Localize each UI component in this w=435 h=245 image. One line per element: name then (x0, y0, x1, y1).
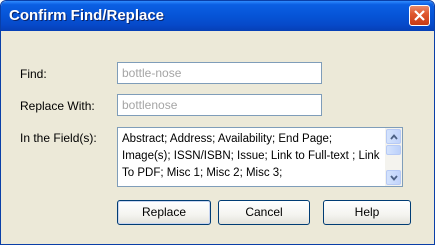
replace-button[interactable]: Replace (117, 200, 211, 225)
cancel-button[interactable]: Cancel (218, 200, 310, 225)
find-field[interactable]: bottle-nose (117, 62, 322, 84)
scroll-down-button[interactable] (386, 170, 401, 185)
dialog-title: Confirm Find/Replace (9, 7, 165, 24)
fields-list-text: Abstract; Address; Availability; End Pag… (122, 133, 380, 179)
help-button[interactable]: Help (323, 200, 411, 225)
fields-scrollbar[interactable] (385, 128, 402, 186)
scroll-up-button[interactable] (386, 129, 401, 144)
confirm-find-replace-dialog: Confirm Find/Replace Find: bottle-nose R… (0, 0, 435, 245)
replace-with-field[interactable]: bottlenose (117, 94, 322, 116)
fields-label: In the Field(s): (20, 131, 97, 145)
scroll-thumb[interactable] (386, 145, 401, 155)
replace-with-label: Replace With: (20, 99, 95, 113)
title-bar[interactable]: Confirm Find/Replace (1, 1, 434, 31)
chevron-down-icon (390, 175, 398, 181)
find-label: Find: (20, 67, 47, 81)
chevron-up-icon (390, 134, 398, 140)
fields-list-box[interactable]: Abstract; Address; Availability; End Pag… (117, 127, 403, 187)
close-icon (414, 10, 425, 21)
close-button[interactable] (409, 5, 430, 26)
